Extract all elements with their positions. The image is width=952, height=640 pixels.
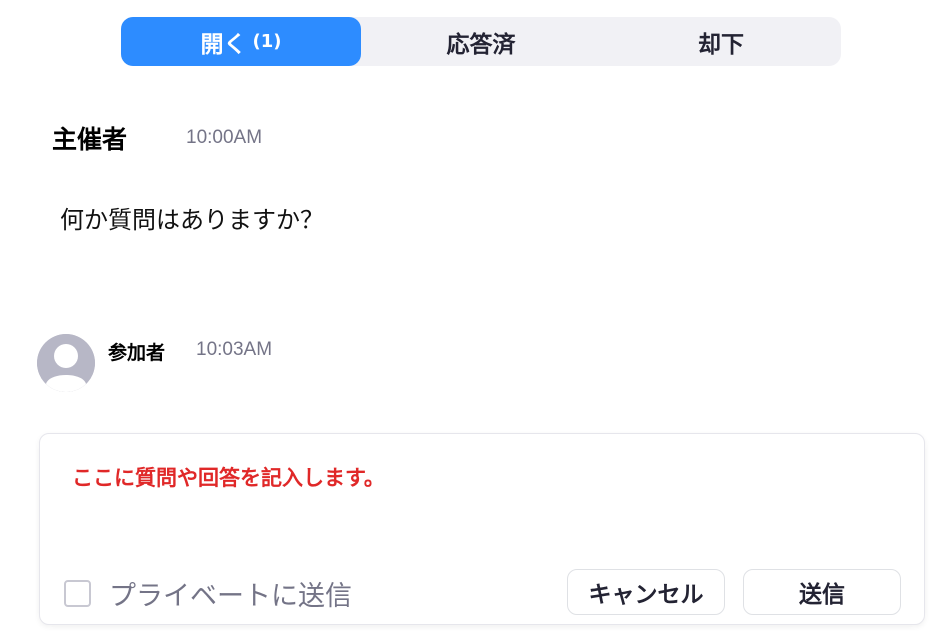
send-privately-option[interactable]: プライベートに送信 xyxy=(64,574,352,613)
send-privately-label: プライベートに送信 xyxy=(109,581,352,612)
host-name: 主催者 xyxy=(52,125,128,154)
tab-open-count: (1) xyxy=(252,31,282,52)
participant-name: 参加者 xyxy=(108,342,166,364)
user-avatar-icon xyxy=(37,334,95,392)
answer-input[interactable]: ここに質問や回答を記入します。 xyxy=(72,462,892,502)
tab-open[interactable]: 開く (1) xyxy=(121,17,361,66)
answer-composer: ここに質問や回答を記入します。 プライベートに送信 キャンセル 送信 xyxy=(39,433,925,625)
tab-answered[interactable]: 応答済 xyxy=(361,17,601,66)
tab-open-label: 開く xyxy=(200,31,247,58)
qa-tabs: 開く (1) 応答済 却下 xyxy=(121,17,841,66)
tab-answered-label: 応答済 xyxy=(446,31,516,58)
send-button[interactable]: 送信 xyxy=(743,569,901,615)
tab-dismissed[interactable]: 却下 xyxy=(601,17,841,66)
host-question-text: 何か質問はありますか？ xyxy=(60,206,324,234)
cancel-button[interactable]: キャンセル xyxy=(567,569,725,615)
host-timestamp: 10:00AM xyxy=(186,127,263,148)
participant-timestamp: 10:03AM xyxy=(196,339,273,360)
tab-dismissed-label: 却下 xyxy=(698,31,744,58)
send-privately-checkbox[interactable] xyxy=(64,580,91,607)
